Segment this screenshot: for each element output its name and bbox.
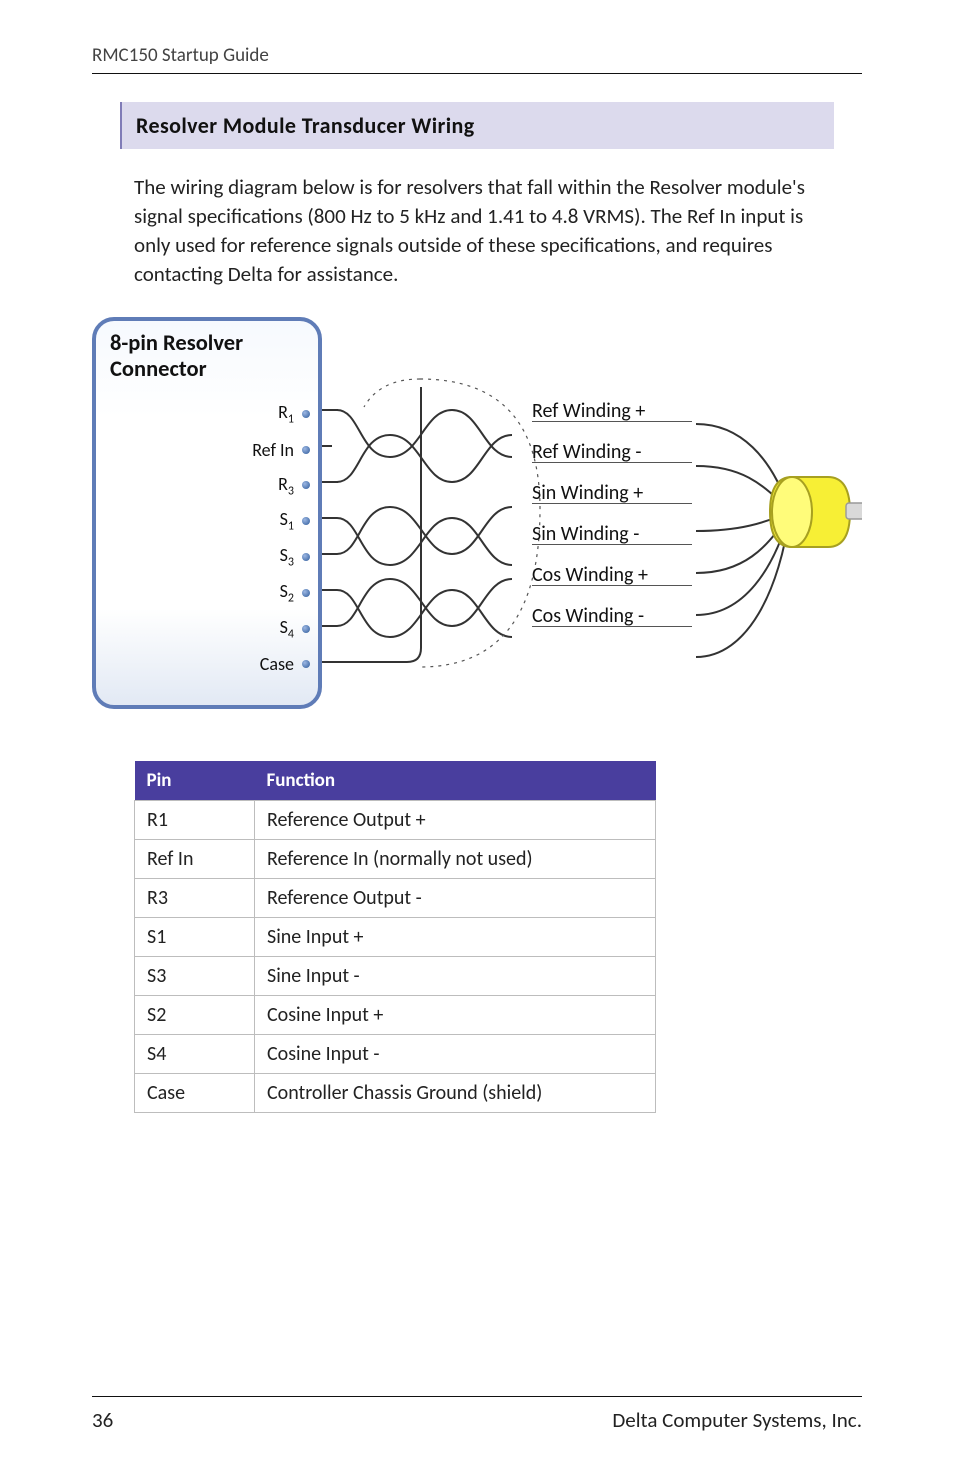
cell-pin: S3 xyxy=(135,956,255,995)
cell-pin: R3 xyxy=(135,878,255,917)
th-function: Function xyxy=(255,761,656,801)
pin-dot-icon xyxy=(302,410,310,418)
connector-pin-S3: S3 xyxy=(280,546,310,568)
connector-pin-label: S4 xyxy=(280,616,294,642)
table-row: S1Sine Input + xyxy=(135,917,656,956)
connector-pin-label: Case xyxy=(260,653,294,675)
footer-rule xyxy=(92,1396,862,1397)
table-row: Ref InReference In (normally not used) xyxy=(135,839,656,878)
cell-pin: S2 xyxy=(135,995,255,1034)
cell-function: Controller Chassis Ground (shield) xyxy=(255,1073,656,1112)
cell-function: Reference Output + xyxy=(255,800,656,839)
cell-function: Cosine Input - xyxy=(255,1034,656,1073)
connector-pin-S2: S2 xyxy=(280,582,310,604)
table-row: R1Reference Output + xyxy=(135,800,656,839)
wire-label: Cos Winding - xyxy=(532,605,692,627)
table-row: CaseController Chassis Ground (shield) xyxy=(135,1073,656,1112)
cell-function: Sine Input - xyxy=(255,956,656,995)
th-pin: Pin xyxy=(135,761,255,801)
table-header-row: Pin Function xyxy=(135,761,656,801)
connector-pin-label: Ref In xyxy=(252,439,294,461)
cell-function: Reference In (normally not used) xyxy=(255,839,656,878)
pin-dot-icon xyxy=(302,481,310,489)
pin-dot-icon xyxy=(302,660,310,668)
running-head: RMC150 Startup Guide xyxy=(92,44,862,73)
cell-pin: R1 xyxy=(135,800,255,839)
connector-title: 8-pin Resolver Connector xyxy=(96,321,318,383)
connector-title-line2: Connector xyxy=(110,356,207,383)
wire-label-list: Ref Winding + Ref Winding - Sin Winding + S… xyxy=(532,400,692,627)
cell-pin: Case xyxy=(135,1073,255,1112)
cell-pin: S1 xyxy=(135,917,255,956)
page-footer: 36 Delta Computer Systems, Inc. xyxy=(92,1396,862,1433)
section-heading: Resolver Module Transducer Wiring xyxy=(136,112,820,139)
connector-pin-RefIn: Ref In xyxy=(252,439,310,461)
header-rule xyxy=(92,73,862,74)
body-paragraph: The wiring diagram below is for resolver… xyxy=(134,173,834,289)
wire-label: Sin Winding + xyxy=(532,482,692,504)
cell-function: Cosine Input + xyxy=(255,995,656,1034)
connector-title-line1: 8-pin Resolver xyxy=(110,330,243,357)
connector-pin-label: S2 xyxy=(280,580,294,606)
resolver-icon xyxy=(770,477,862,547)
wire-label: Ref Winding + xyxy=(532,400,692,422)
cell-function: Sine Input + xyxy=(255,917,656,956)
section-heading-block: Resolver Module Transducer Wiring xyxy=(120,102,834,149)
wire-label: Ref Winding - xyxy=(532,441,692,463)
wire-label: Cos Winding + xyxy=(532,564,692,586)
connector-pin-label: R3 xyxy=(278,473,294,499)
connector-box: 8-pin Resolver Connector R1 Ref In R3 S1 S3 S… xyxy=(92,317,322,709)
cell-pin: Ref In xyxy=(135,839,255,878)
footer-company: Delta Computer Systems, Inc. xyxy=(612,1407,862,1433)
connector-pin-S4: S4 xyxy=(280,618,310,640)
connector-pin-R3: R3 xyxy=(278,474,310,496)
table-row: R3Reference Output - xyxy=(135,878,656,917)
wire-label: Sin Winding - xyxy=(532,523,692,545)
connector-pin-S1: S1 xyxy=(280,510,310,532)
table-row: S3Sine Input - xyxy=(135,956,656,995)
connector-pin-list: R1 Ref In R3 S1 S3 S2 S4 Case xyxy=(252,403,310,676)
wiring-diagram: 8-pin Resolver Connector R1 Ref In R3 S1 S3 S… xyxy=(92,317,862,709)
connector-pin-R1: R1 xyxy=(278,403,310,425)
pin-dot-icon xyxy=(302,517,310,525)
table-row: S2Cosine Input + xyxy=(135,995,656,1034)
pin-dot-icon xyxy=(302,446,310,454)
table-row: S4Cosine Input - xyxy=(135,1034,656,1073)
cell-function: Reference Output - xyxy=(255,878,656,917)
pin-dot-icon xyxy=(302,625,310,633)
pin-dot-icon xyxy=(302,589,310,597)
cell-pin: S4 xyxy=(135,1034,255,1073)
connector-pin-label: S1 xyxy=(280,508,294,534)
connector-pin-Case: Case xyxy=(260,653,310,675)
pin-function-table: Pin Function R1Reference Output +Ref InR… xyxy=(134,761,656,1113)
connector-pin-label: R1 xyxy=(278,401,294,427)
connector-pin-label: S3 xyxy=(280,544,294,570)
page-number: 36 xyxy=(92,1407,113,1433)
pin-dot-icon xyxy=(302,553,310,561)
